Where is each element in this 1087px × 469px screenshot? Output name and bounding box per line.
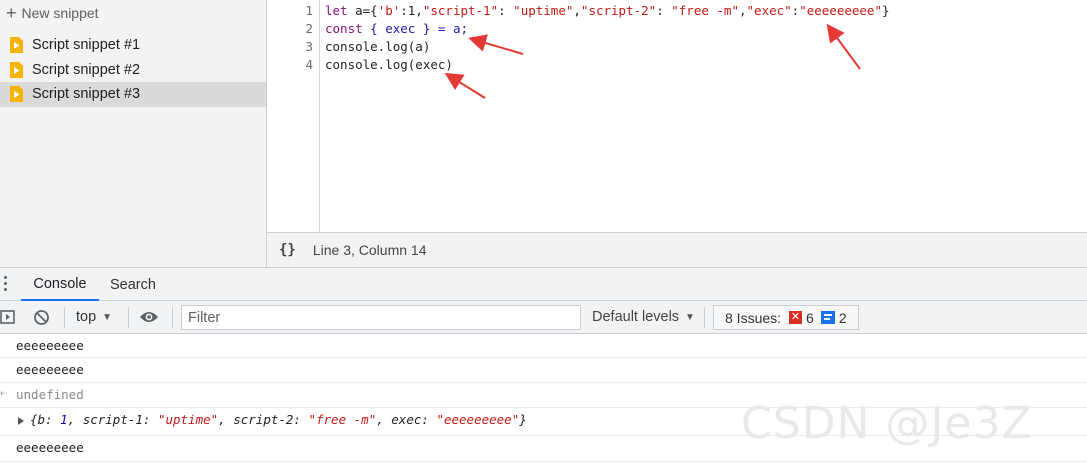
toolbar-divider	[128, 307, 129, 328]
console-toolbar: top ▼ Default levels ▼ 8 Issues: ✕ 6 2	[0, 301, 1087, 334]
code-token: "script-1"	[422, 3, 499, 18]
issues-button[interactable]: 8 Issues: ✕ 6 2	[713, 305, 859, 330]
sidebar-toggle-icon	[0, 310, 15, 324]
snippet-label: Script snippet #3	[32, 86, 141, 103]
toolbar-divider	[172, 307, 173, 328]
live-expression-button[interactable]	[139, 301, 159, 333]
message-text: eeeeeeeee	[16, 338, 84, 353]
context-selector[interactable]: top ▼	[76, 301, 112, 333]
code-token: "script-2"	[580, 3, 657, 18]
plus-icon: +	[6, 3, 17, 23]
code-token: }	[882, 3, 890, 18]
line-number: 1	[305, 3, 313, 18]
info-message-icon	[820, 311, 835, 324]
snippet-list: Script snippet #1 Script snippet #2 Scri…	[0, 33, 266, 107]
line-number: 3	[305, 39, 313, 54]
code-token: ,	[738, 3, 747, 18]
cursor-position: Line 3, Column 14	[312, 242, 427, 258]
message-text: eeeeeeeee	[16, 440, 84, 455]
code-token: let	[325, 3, 356, 18]
line-number: 2	[305, 21, 313, 36]
code-token: "exec"	[746, 3, 792, 18]
eye-icon	[140, 312, 158, 322]
context-label: top	[76, 309, 97, 325]
drawer-tab-bar: Console Search	[0, 267, 1087, 301]
snippet-label: Script snippet #1	[32, 37, 141, 54]
pretty-print-icon[interactable]: {}	[279, 242, 296, 258]
editor-status-bar: {} Line 3, Column 14	[267, 232, 1087, 267]
snippet-item-2[interactable]: Script snippet #2	[0, 58, 266, 83]
code-token: ,	[573, 3, 581, 18]
line-number: 4	[305, 57, 313, 72]
code-token: :	[498, 3, 514, 18]
code-token: "eeeeeeeee"	[799, 3, 882, 18]
object-token: "eeeeeeeee"	[436, 412, 520, 427]
watermark: CSDN @Je3Z	[741, 398, 1033, 449]
object-token: "free -m"	[308, 412, 377, 427]
error-count: 6	[806, 309, 814, 326]
more-options-icon[interactable]	[3, 276, 9, 292]
object-token: }	[519, 412, 527, 427]
code-line-1[interactable]: let a={'b':1,"script-1": "uptime","scrip…	[325, 3, 890, 18]
code-line-2[interactable]: const { exec } = a;	[325, 21, 468, 36]
error-icon: ✕	[789, 311, 803, 324]
object-token: , script-2:	[218, 412, 309, 427]
new-snippet-button[interactable]: + New snippet	[6, 4, 99, 22]
object-token: "uptime"	[157, 412, 219, 427]
code-token: "free -m"	[671, 3, 739, 18]
object-token: 1	[60, 412, 68, 427]
tab-console[interactable]: Console	[21, 268, 99, 301]
clear-console-icon	[34, 309, 49, 325]
code-token: 'b'	[377, 3, 401, 18]
code-line-4[interactable]: console.log(exec)	[325, 57, 453, 72]
clear-console-button[interactable]	[33, 301, 50, 333]
console-message: eeeeeeeee	[0, 358, 1087, 383]
new-snippet-label: New snippet	[21, 5, 99, 21]
caret-down-icon: ▼	[102, 311, 113, 323]
toolbar-divider	[704, 307, 705, 328]
object-token: , script-1:	[67, 412, 158, 427]
object-token: , exec:	[376, 412, 437, 427]
snippet-file-icon	[10, 37, 23, 54]
code-token: "uptime"	[513, 3, 574, 18]
snippet-label: Script snippet #2	[32, 61, 141, 78]
snippet-item-1[interactable]: Script snippet #1	[0, 33, 266, 58]
tab-label: Search	[110, 276, 156, 293]
levels-label: Default levels	[592, 309, 680, 325]
code-token: const	[325, 21, 371, 36]
object-preview[interactable]: {b: 1, script-1: "uptime", script-2: "fr…	[30, 412, 527, 427]
issues-label: 8 Issues:	[725, 309, 782, 326]
snippet-file-icon	[10, 86, 23, 103]
code-line-3[interactable]: console.log(a)	[325, 39, 430, 54]
message-text: undefined	[16, 387, 84, 402]
object-token: {b:	[30, 412, 61, 427]
console-message: eeeeeeeee	[0, 334, 1087, 358]
line-number-gutter: 1 2 3 4	[267, 0, 320, 232]
tab-search[interactable]: Search	[110, 268, 156, 301]
message-text: eeeeeeeee	[16, 362, 84, 377]
caret-down-icon: ▼	[685, 311, 695, 323]
expand-triangle-icon[interactable]	[18, 417, 24, 425]
snippet-file-icon	[10, 61, 23, 78]
code-token: a={	[355, 3, 378, 18]
show-sidebar-button[interactable]	[0, 301, 16, 333]
sources-panel: + New snippet Script snippet #1 Script s…	[0, 0, 1087, 267]
tab-label: Console	[33, 275, 87, 292]
code-token: { exec } = a;	[370, 21, 468, 36]
snippet-item-3[interactable]: Script snippet #3	[0, 82, 266, 107]
code-token: :	[656, 3, 672, 18]
code-token: :1,	[400, 3, 423, 18]
snippets-sidebar: + New snippet Script snippet #1 Script s…	[0, 0, 267, 267]
info-count: 2	[838, 309, 847, 326]
toolbar-divider	[64, 307, 65, 328]
return-arrow-icon: ⇠	[0, 389, 8, 399]
filter-input[interactable]	[181, 305, 581, 330]
log-levels-dropdown[interactable]: Default levels ▼	[592, 301, 695, 333]
code-editor[interactable]: 1 2 3 4 let a={'b':1,"script-1": "uptime…	[267, 0, 1087, 232]
